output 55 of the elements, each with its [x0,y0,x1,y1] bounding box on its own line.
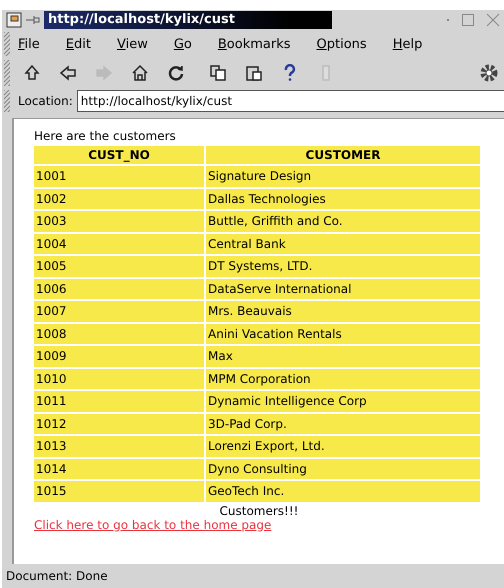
home-link[interactable]: Click here to go back to the home page [34,518,272,532]
table-cell: 1003 [34,211,204,232]
reload-icon [167,64,185,82]
column-header: CUST_NO [34,146,204,164]
up-arrow-icon [23,64,41,82]
gear-icon [478,62,500,84]
table-cell: Buttle, Griffith and Co. [206,211,480,232]
window-title: http://localhost/kylix/cust [44,11,332,29]
table-cell: Anini Vacation Rentals [206,324,480,344]
table-cell: Signature Design [206,166,480,186]
menu-item[interactable]: Help [392,32,422,56]
table-cell: Lorenzi Export, Ltd. [206,436,480,456]
table-caption: Customers!!! [220,504,298,518]
location-label: Location: [18,94,73,108]
table-cell: Max [206,346,480,366]
table-cell: 1001 [34,166,204,186]
table-cell: MPM Corporation [206,368,480,389]
table-cell: 1012 [34,414,204,434]
table-cell: 1015 [34,481,204,502]
location-field[interactable]: http://localhost/kylix/cust [76,90,504,112]
table-cell: 1014 [34,458,204,479]
table-cell: 1007 [34,301,204,322]
pin-icon [26,15,40,25]
table-cell: DataServe International [206,278,480,299]
right-arrow-icon [95,64,113,82]
table-cell: 1011 [34,391,204,412]
intro-text: Here are the customers [34,129,176,143]
menu-item[interactable]: View [116,32,148,56]
clipboard-icon [245,64,263,82]
table-cell: 1002 [34,188,204,209]
table-cell: 1005 [34,256,204,276]
table-cell: 3D-Pad Corp. [206,414,480,434]
table-cell: Dynamic Intelligence Corp [206,391,480,412]
window-icon [6,12,22,28]
column-header: CUSTOMER [206,146,480,164]
table-cell: Central Bank [206,234,480,254]
table-cell: DT Systems, LTD. [206,256,480,276]
table-cell: Dyno Consulting [206,458,480,479]
left-arrow-icon [59,64,77,82]
table-cell: GeoTech Inc. [206,481,480,502]
table-cell: Dallas Technologies [206,188,480,209]
table-cell: 1009 [34,346,204,366]
table-cell: Mrs. Beauvais [206,301,480,322]
menu-item[interactable]: File [18,32,40,56]
table-cell: 1006 [34,278,204,299]
table-cell: 1013 [34,436,204,456]
menu-item[interactable]: Edit [66,32,91,56]
menu-item[interactable]: Options [316,32,367,56]
menu-item[interactable]: Bookmarks [218,32,291,56]
menu-item[interactable]: Go [174,32,192,56]
table-cell: 1010 [34,368,204,389]
table-cell: 1008 [34,324,204,344]
copy-icon [209,64,227,82]
home-icon [131,64,149,82]
table-cell: 1004 [34,234,204,254]
